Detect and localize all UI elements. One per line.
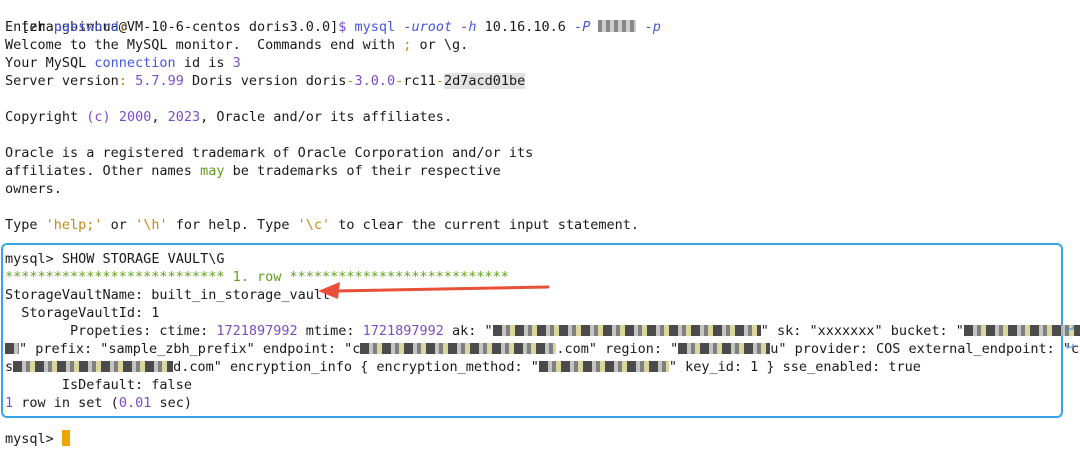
redacted-external-endpoint — [13, 361, 174, 372]
field-properties-line-2: " prefix: "sample_zbh_prefix" endpoint: … — [5, 340, 1080, 358]
redacted-bucket — [963, 325, 1080, 336]
flag-host: -h — [460, 19, 477, 35]
field-properties-line-3: s d.com" encryption_info { encryption_met… — [5, 359, 921, 375]
final-prompt-line[interactable]: mysql> — [5, 430, 70, 448]
trademark-line-2: affiliates. Other names may be trademark… — [5, 163, 501, 179]
redacted-endpoint — [360, 343, 557, 354]
flag-port: -P — [574, 19, 591, 35]
flag-password: -p — [644, 19, 661, 35]
shell-command-line: [zhangbinhua@VM-10-6-centos doris3.0.0]$… — [5, 0, 661, 35]
shell-dollar: $ — [338, 19, 347, 35]
red-arrow-annotation — [318, 282, 550, 299]
host-value: 10.16.10.6 — [484, 19, 566, 35]
query-text: SHOW STORAGE VAULT\G — [53, 251, 225, 267]
field-storage-vault-id: StorageVaultId: 1 — [5, 305, 160, 321]
password-word: password — [53, 19, 119, 35]
redacted-port — [598, 20, 637, 32]
enter-password-line: Enter password: — [5, 19, 127, 35]
text-cursor — [61, 430, 70, 446]
connection-id-line: Your MySQL connection id is 3 — [5, 55, 241, 71]
redacted-encryption-method — [538, 361, 669, 372]
trademark-line-1: Oracle is a registered trademark of Orac… — [5, 145, 534, 161]
copyright-line: Copyright (c) 2000, 2023, Oracle and/or … — [5, 109, 453, 125]
redacted-region — [678, 343, 771, 354]
field-properties-line-1: Propeties: ctime: 1721897992 mtime: 1721… — [5, 322, 1080, 340]
flag-user: -uroot — [403, 19, 453, 35]
field-storage-vault-name: StorageVaultName: built_in_storage_vault — [5, 287, 331, 303]
mysql-prompt: mysql> — [5, 251, 54, 267]
help-line: Type 'help;' or '\h' for help. Type '\c'… — [5, 217, 639, 233]
result-summary: 1 row in set (0.01 sec) — [5, 395, 192, 411]
server-version-line: Server version: 5.7.99 Doris version dor… — [5, 73, 526, 89]
redacted-ak — [492, 325, 761, 336]
trademark-line-3: owners. — [5, 181, 62, 197]
version-hash: 2d7acd01be — [443, 73, 526, 89]
wrap-indicator-icon: ↵ — [1066, 320, 1074, 335]
wrap-indicator-icon: ↵ — [1066, 338, 1074, 353]
field-is-default: IsDefault: false — [5, 377, 192, 393]
command-name: mysql — [354, 19, 396, 35]
welcome-line: Welcome to the MySQL monitor. Commands e… — [5, 37, 469, 53]
query-command-line: mysql> SHOW STORAGE VAULT\G — [5, 250, 224, 268]
mysql-prompt: mysql> — [5, 431, 54, 447]
